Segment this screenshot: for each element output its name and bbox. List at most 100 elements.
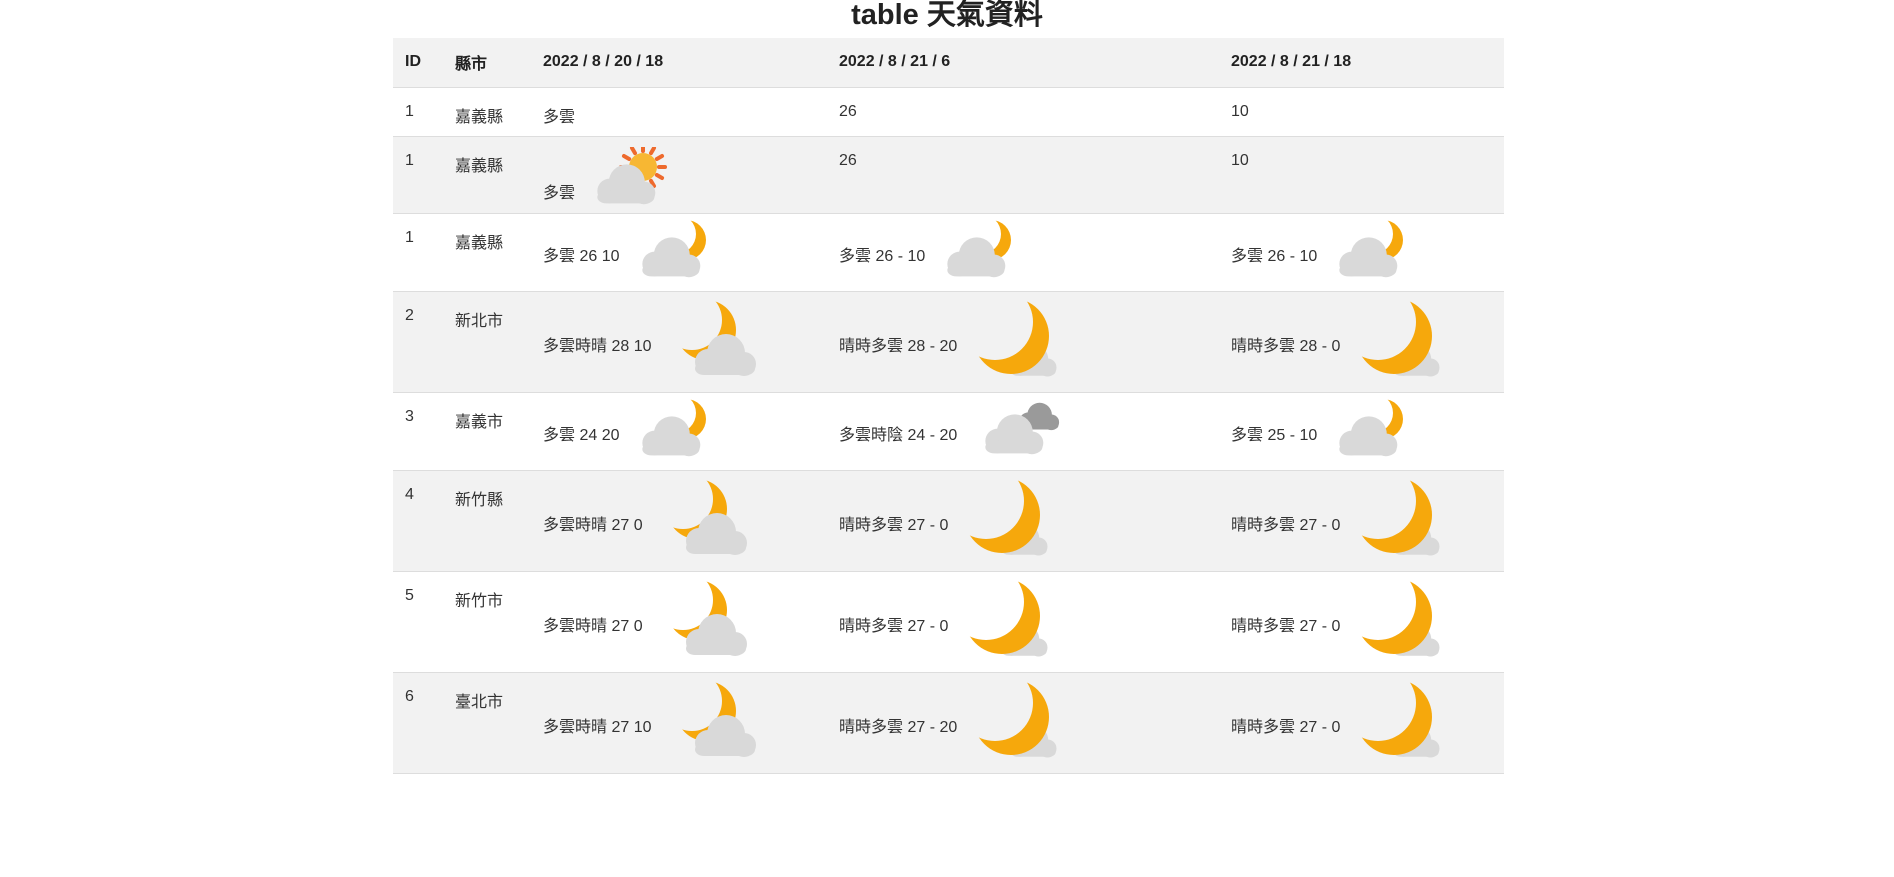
table-row: 5 新竹市多雲時晴 27 0 晴時多雲 27 - 0 晴時多雲 27 - 0 xyxy=(393,571,1504,672)
cloudy-night-icon xyxy=(929,218,1025,290)
weather-text: 多雲 24 20 xyxy=(543,426,620,444)
cell-weather-1: 多雲 xyxy=(531,87,827,136)
cell-weather-3: 晴時多雲 27 - 0 xyxy=(1219,470,1504,571)
cell-id: 1 xyxy=(405,102,414,120)
mostly-clear-night-icon xyxy=(961,296,1071,392)
table-header-row: ID 縣市 2022 / 8 / 20 / 18 2022 / 8 / 21 /… xyxy=(393,38,1504,88)
mostly-clear-night-icon xyxy=(1344,576,1454,672)
cell-weather-2: 晴時多雲 28 - 20 xyxy=(827,291,1219,392)
cell-weather-1: 多雲 26 10 xyxy=(531,213,827,291)
header-id: ID xyxy=(393,38,443,88)
weather-text: 26 xyxy=(839,102,857,120)
cloudy-night-icon xyxy=(624,397,720,469)
cell-id: 6 xyxy=(405,687,414,705)
mostly-clear-night-icon xyxy=(1344,677,1454,773)
weather-text: 多雲 xyxy=(543,108,576,126)
weather-text: 晴時多雲 27 - 0 xyxy=(839,516,949,534)
table-row: 3 嘉義市多雲 24 20 多雲時陰 24 - 20 多雲 25 - 10 xyxy=(393,392,1504,470)
cell-weather-1: 多雲時晴 27 0 xyxy=(531,571,827,672)
cell-id: 2 xyxy=(405,306,414,324)
weather-table: ID 縣市 2022 / 8 / 20 / 18 2022 / 8 / 21 /… xyxy=(393,38,1504,774)
cell-id: 1 xyxy=(405,228,414,246)
cell-weather-3: 晴時多雲 27 - 0 xyxy=(1219,571,1504,672)
header-date-1: 2022 / 8 / 20 / 18 xyxy=(531,38,827,88)
cell-weather-1: 多雲 xyxy=(531,136,827,213)
cell-city: 新竹縣 xyxy=(455,491,504,509)
cell-city: 新竹市 xyxy=(455,592,504,610)
weather-text: 晴時多雲 27 - 0 xyxy=(1231,617,1341,635)
cell-id: 1 xyxy=(405,151,414,169)
weather-text: 多雲 26 - 10 xyxy=(1231,247,1318,265)
weather-text: 多雲時晴 28 10 xyxy=(543,337,652,355)
partly-cloudy-night-icon xyxy=(656,296,766,392)
cloudy-night-icon xyxy=(624,218,720,290)
mostly-clear-night-icon xyxy=(1344,296,1454,392)
mostly-clear-night-icon xyxy=(961,677,1071,773)
table-row: 2 新北市多雲時晴 28 10 晴時多雲 28 - 20 晴時多雲 28 - 0 xyxy=(393,291,1504,392)
weather-text: 多雲時晴 27 10 xyxy=(543,718,652,736)
cell-id: 5 xyxy=(405,586,414,604)
cell-weather-3: 多雲 25 - 10 xyxy=(1219,392,1504,470)
mostly-clear-night-icon xyxy=(952,475,1062,571)
cloudy-night-icon xyxy=(1321,218,1417,290)
weather-text: 多雲 26 - 10 xyxy=(839,247,926,265)
header-date-3: 2022 / 8 / 21 / 18 xyxy=(1219,38,1504,88)
cell-weather-1: 多雲 24 20 xyxy=(531,392,827,470)
page-title: table 天氣資料 xyxy=(0,0,1894,30)
cell-weather-3: 多雲 26 - 10 xyxy=(1219,213,1504,291)
table-row: 1 嘉義縣 多雲 26 10 xyxy=(393,87,1504,136)
page-title-rest: 天氣資料 xyxy=(918,0,1043,31)
weather-text: 晴時多雲 27 - 20 xyxy=(839,718,958,736)
weather-text: 10 xyxy=(1231,102,1249,120)
partly-cloudy-night-icon xyxy=(647,576,757,672)
weather-text: 晴時多雲 27 - 0 xyxy=(1231,516,1341,534)
weather-text: 多雲時陰 24 - 20 xyxy=(839,426,958,444)
cell-city: 臺北市 xyxy=(455,693,504,711)
header-date-2: 2022 / 8 / 21 / 6 xyxy=(827,38,1219,88)
cell-weather-3: 晴時多雲 28 - 0 xyxy=(1219,291,1504,392)
weather-text: 晴時多雲 27 - 0 xyxy=(839,617,949,635)
cell-weather-1: 多雲時晴 27 10 xyxy=(531,672,827,773)
weather-text: 多雲 26 10 xyxy=(543,247,620,265)
table-row: 1 嘉義縣多雲 26 10 多雲 26 - 10 多雲 26 - 10 xyxy=(393,213,1504,291)
partly-cloudy-night-icon xyxy=(656,677,766,773)
page-title-bold: table xyxy=(851,0,919,31)
cell-city: 嘉義縣 xyxy=(455,234,504,252)
cell-city: 嘉義市 xyxy=(455,413,504,431)
cell-weather-1: 多雲時晴 28 10 xyxy=(531,291,827,392)
weather-text: 多雲 25 - 10 xyxy=(1231,426,1318,444)
table-body: 1 嘉義縣 多雲 26 10 1 嘉義縣 多雲 26 10 1 嘉義縣 多雲 26 10 多雲 26 - … xyxy=(393,87,1504,773)
weather-text: 26 xyxy=(839,151,857,169)
weather-text: 晴時多雲 27 - 0 xyxy=(1231,718,1341,736)
cell-city: 嘉義縣 xyxy=(455,157,504,175)
cell-weather-3: 10 xyxy=(1219,136,1504,213)
overcast-clouds-icon xyxy=(961,397,1071,469)
weather-text: 多雲 xyxy=(543,184,576,202)
weather-text: 10 xyxy=(1231,151,1249,169)
partly-cloudy-night-icon xyxy=(647,475,757,571)
cell-weather-2: 晴時多雲 27 - 20 xyxy=(827,672,1219,773)
header-city: 縣市 xyxy=(443,38,531,88)
cell-city: 嘉義縣 xyxy=(455,108,504,126)
table-row: 1 嘉義縣多雲 26 10 xyxy=(393,136,1504,213)
mostly-clear-night-icon xyxy=(1344,475,1454,571)
cell-id: 4 xyxy=(405,485,414,503)
weather-text: 晴時多雲 28 - 20 xyxy=(839,337,958,355)
cell-weather-2: 26 xyxy=(827,87,1219,136)
cell-weather-2: 多雲時陰 24 - 20 xyxy=(827,392,1219,470)
mostly-clear-night-icon xyxy=(952,576,1062,672)
cell-weather-3: 晴時多雲 27 - 0 xyxy=(1219,672,1504,773)
cell-weather-2: 多雲 26 - 10 xyxy=(827,213,1219,291)
weather-text: 多雲時晴 27 0 xyxy=(543,617,643,635)
cell-weather-3: 10 xyxy=(1219,87,1504,136)
table-row: 6 臺北市多雲時晴 27 10 晴時多雲 27 - 20 晴時多雲 27 - 0 xyxy=(393,672,1504,773)
cell-weather-1: 多雲時晴 27 0 xyxy=(531,470,827,571)
cell-city: 新北市 xyxy=(455,312,504,330)
weather-text: 多雲時晴 27 0 xyxy=(543,516,643,534)
weather-text: 晴時多雲 28 - 0 xyxy=(1231,337,1341,355)
cell-weather-2: 晴時多雲 27 - 0 xyxy=(827,571,1219,672)
cell-weather-2: 晴時多雲 27 - 0 xyxy=(827,470,1219,571)
table-row: 4 新竹縣多雲時晴 27 0 晴時多雲 27 - 0 晴時多雲 27 - 0 xyxy=(393,470,1504,571)
cell-id: 3 xyxy=(405,407,414,425)
cloudy-night-icon xyxy=(1321,397,1417,469)
